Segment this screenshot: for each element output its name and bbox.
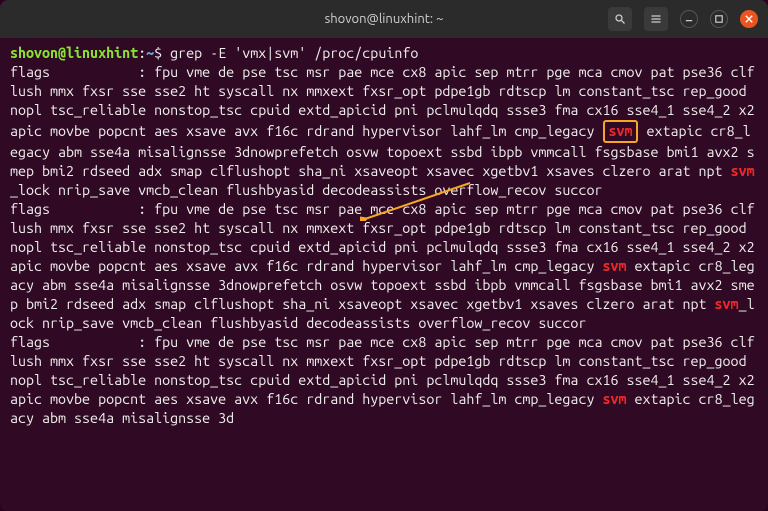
maximize-button[interactable] bbox=[710, 10, 728, 28]
window-title: shovon@linuxhint: ~ bbox=[170, 12, 598, 26]
output-block-1-c: _lock nrip_save vmcb_clean flushbyasid d… bbox=[10, 182, 602, 198]
output-block-2-prefix: flags : bbox=[10, 201, 154, 217]
menu-button[interactable] bbox=[644, 7, 668, 31]
titlebar: shovon@linuxhint: ~ bbox=[0, 0, 768, 38]
output-block-1-prefix: flags : bbox=[10, 64, 154, 80]
match-svm: svm bbox=[602, 391, 626, 407]
command-text: grep -E 'vmx|svm' /proc/cpuinfo bbox=[170, 45, 418, 61]
prompt-user-host: shovon@linuxhint bbox=[10, 45, 138, 61]
match-svm: svm bbox=[731, 163, 755, 179]
search-button[interactable] bbox=[608, 7, 632, 31]
terminal-window: shovon@linuxhint: ~ shovon@linuxhint:~$ … bbox=[0, 0, 768, 511]
match-svm: svm bbox=[715, 296, 739, 312]
match-svm: svm bbox=[602, 258, 626, 274]
terminal-body[interactable]: shovon@linuxhint:~$ grep -E 'vmx|svm' /p… bbox=[0, 38, 768, 511]
titlebar-controls bbox=[598, 7, 758, 31]
highlighted-svm: svm bbox=[603, 120, 637, 143]
prompt-path: ~ bbox=[146, 45, 154, 61]
prompt-symbol: $ bbox=[154, 45, 170, 61]
prompt-sep: : bbox=[138, 45, 146, 61]
minimize-button[interactable] bbox=[680, 10, 698, 28]
close-button[interactable] bbox=[740, 10, 758, 28]
